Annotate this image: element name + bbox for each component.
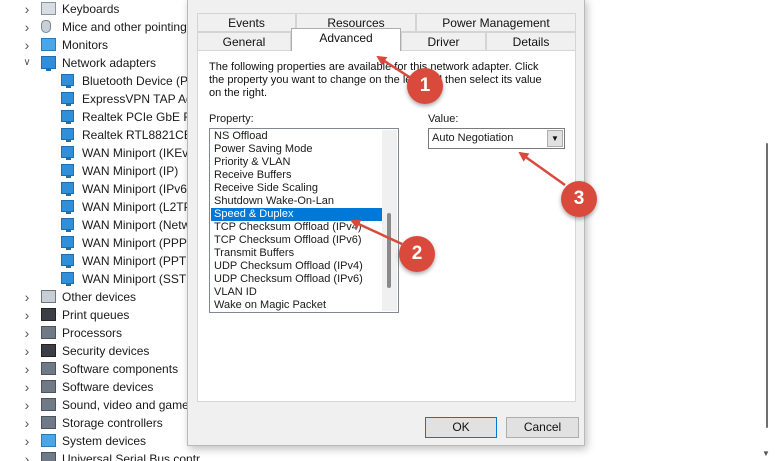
annotation-badge-1: 1 xyxy=(407,68,443,104)
annotation-badge-2: 2 xyxy=(399,236,435,272)
annotation-arrow-3 xyxy=(518,151,566,187)
tab-advanced[interactable]: Advanced xyxy=(291,28,401,51)
annotation-arrows xyxy=(350,55,566,246)
annotation-arrow-2 xyxy=(350,219,403,246)
annotation-badge-3: 3 xyxy=(561,181,597,217)
